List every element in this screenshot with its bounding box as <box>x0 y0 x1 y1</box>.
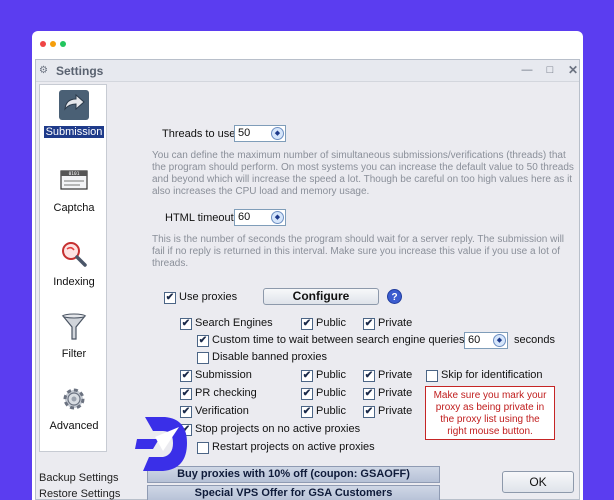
html-timeout-spinner[interactable]: 60 ◆ <box>234 209 286 226</box>
browser-frame: ⚙ Settings — □ ✕ Submission 0101 Captcha… <box>32 31 583 500</box>
settings-title-icon: ⚙ <box>39 65 48 76</box>
spinner-arrows-icon[interactable]: ◆ <box>271 211 284 224</box>
verification-public-checkbox[interactable]: ✔ <box>301 406 313 418</box>
verification-private-checkbox[interactable]: ✔ <box>363 406 375 418</box>
skip-identification-checkbox[interactable] <box>426 370 438 382</box>
private-label: Private <box>378 387 413 399</box>
private-label: Private <box>378 405 413 417</box>
funnel-icon <box>61 313 87 340</box>
configure-button[interactable]: Configure <box>263 288 379 305</box>
public-label: Public <box>316 387 346 399</box>
private-label: Private <box>378 369 413 381</box>
seconds-label: seconds <box>514 334 555 346</box>
threads-spinner[interactable]: 50 ◆ <box>234 125 286 142</box>
use-proxies-checkbox[interactable]: ✔ <box>164 292 176 304</box>
search-engines-public-checkbox[interactable]: ✔ <box>301 318 313 330</box>
verification-label: Verification <box>195 405 249 417</box>
gear-icon <box>63 388 85 410</box>
sidebar-item-label: Advanced <box>49 420 99 432</box>
threads-description: You can define the maximum number of sim… <box>152 150 574 197</box>
disable-banned-checkbox[interactable] <box>197 352 209 364</box>
sidebar-item-submission[interactable]: Submission <box>40 89 108 140</box>
public-label: Public <box>316 405 346 417</box>
sidebar: Submission 0101 Captcha Indexing Filter … <box>39 84 107 452</box>
html-timeout-label: HTML timeout <box>165 212 234 224</box>
brand-logo-icon <box>135 417 187 471</box>
vps-offer-button[interactable]: Special VPS Offer for GSA Customers <box>147 485 440 500</box>
submission-checkbox[interactable]: ✔ <box>180 370 192 382</box>
magnifier-icon <box>62 242 87 267</box>
red-dot-icon[interactable] <box>40 41 46 47</box>
stop-projects-label: Stop projects on no active proxies <box>195 423 361 435</box>
window-title: Settings <box>56 64 104 78</box>
sidebar-item-filter[interactable]: Filter <box>40 311 108 362</box>
window-dots <box>40 41 66 47</box>
sidebar-item-label: Submission <box>42 125 106 139</box>
sidebar-item-indexing[interactable]: Indexing <box>40 239 108 290</box>
sidebar-item-captcha[interactable]: 0101 Captcha <box>40 165 108 216</box>
spinner-arrows-icon[interactable]: ◆ <box>271 127 284 140</box>
minimize-button[interactable]: — <box>519 63 535 78</box>
custom-wait-checkbox[interactable]: ✔ <box>197 335 209 347</box>
pr-checking-label: PR checking <box>195 387 257 399</box>
restart-projects-checkbox[interactable] <box>197 442 209 454</box>
threads-label: Threads to use <box>162 128 236 140</box>
settings-window: ⚙ Settings — □ ✕ Submission 0101 Captcha… <box>35 59 580 500</box>
restore-settings-link[interactable]: Restore Settings <box>39 488 120 500</box>
pr-checking-public-checkbox[interactable]: ✔ <box>301 388 313 400</box>
search-engines-checkbox[interactable]: ✔ <box>180 318 192 330</box>
sidebar-item-label: Captcha <box>53 202 95 214</box>
private-label: Private <box>378 317 413 329</box>
html-timeout-description: This is the number of seconds the progra… <box>152 234 565 269</box>
use-proxies-label: Use proxies <box>179 291 238 303</box>
custom-wait-spinner[interactable]: 60 ◆ <box>464 332 508 349</box>
submission-label: Submission <box>195 369 252 381</box>
maximize-button[interactable]: □ <box>542 63 558 78</box>
sidebar-item-advanced[interactable]: Advanced <box>40 383 108 434</box>
captcha-ticket-icon: 0101 <box>60 170 88 190</box>
skip-identification-label: Skip for identification <box>441 369 543 381</box>
title-bar: ⚙ Settings — □ ✕ <box>36 60 579 82</box>
svg-text:0101: 0101 <box>69 171 80 177</box>
close-button[interactable]: ✕ <box>565 63 581 78</box>
sidebar-item-label: Indexing <box>53 276 95 288</box>
submission-public-checkbox[interactable]: ✔ <box>301 370 313 382</box>
pr-checking-checkbox[interactable]: ✔ <box>180 388 192 400</box>
public-label: Public <box>316 317 346 329</box>
backup-settings-link[interactable]: Backup Settings <box>39 472 119 484</box>
ok-button[interactable]: OK <box>502 471 574 493</box>
submission-private-checkbox[interactable]: ✔ <box>363 370 375 382</box>
pr-checking-private-checkbox[interactable]: ✔ <box>363 388 375 400</box>
disable-banned-label: Disable banned proxies <box>212 351 327 363</box>
arrow-right-icon <box>59 90 89 120</box>
html-timeout-value: 60 <box>238 211 251 223</box>
restart-projects-label: Restart projects on active proxies <box>212 441 375 453</box>
green-dot-icon[interactable] <box>60 41 66 47</box>
threads-value: 50 <box>238 127 251 139</box>
yellow-dot-icon[interactable] <box>50 41 56 47</box>
sidebar-item-label: Filter <box>61 348 87 360</box>
custom-wait-value: 60 <box>468 334 481 346</box>
help-icon[interactable]: ? <box>387 289 402 304</box>
public-label: Public <box>316 369 346 381</box>
search-engines-private-checkbox[interactable]: ✔ <box>363 318 375 330</box>
private-proxy-warning: Make sure you mark your proxy as being p… <box>425 386 555 440</box>
spinner-arrows-icon[interactable]: ◆ <box>493 334 506 347</box>
custom-wait-label: Custom time to wait between search engin… <box>212 334 465 346</box>
search-engines-label: Search Engines <box>195 317 273 329</box>
